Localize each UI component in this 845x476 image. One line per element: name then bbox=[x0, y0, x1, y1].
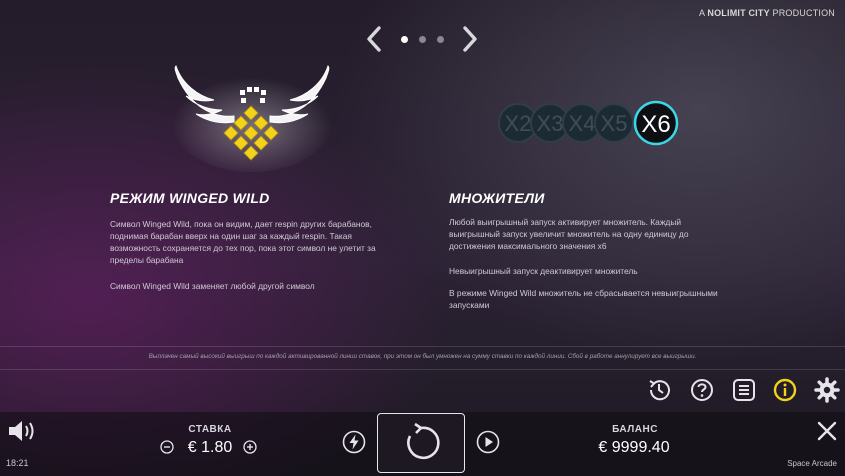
multipliers-description: Любой выигрышный запуск активирует множи… bbox=[449, 217, 689, 251]
multiplier-x4-label: X4 bbox=[569, 111, 596, 136]
production-prefix: A bbox=[698, 8, 705, 18]
info-icon[interactable] bbox=[771, 376, 799, 404]
game-name: Space Arcade bbox=[787, 459, 837, 468]
payout-disclaimer: Выплачен самый высокий выигрыш по каждой… bbox=[148, 353, 697, 360]
close-icon[interactable] bbox=[816, 420, 838, 442]
multipliers-reset-note: Невыигрышный запуск деактивирует множите… bbox=[449, 266, 638, 276]
help-icon[interactable] bbox=[688, 376, 716, 404]
balance-label: БАЛАНС bbox=[612, 424, 658, 435]
divider-top bbox=[0, 346, 845, 347]
decrease-bet-icon[interactable] bbox=[160, 440, 174, 454]
winged-wild-description: Символ Winged Wild, пока он видим, дает … bbox=[110, 219, 376, 265]
sound-icon[interactable] bbox=[6, 417, 38, 445]
multiplier-x6-label: X6 bbox=[641, 111, 670, 138]
paytable-icon[interactable] bbox=[730, 376, 758, 404]
previous-page-arrow-icon[interactable] bbox=[364, 24, 386, 54]
winged-wild-title: РЕЖИМ WINGED WILD bbox=[110, 190, 270, 206]
production-brand: NOLIMIT CITY bbox=[707, 8, 770, 18]
production-suffix: PRODUCTION bbox=[772, 8, 835, 18]
history-icon[interactable] bbox=[645, 376, 673, 404]
divider-bottom bbox=[0, 369, 845, 370]
balance-value: € 9999.40 bbox=[598, 439, 670, 456]
winged-wild-substitute-note: Символ Winged Wild заменяет любой другой… bbox=[110, 281, 315, 291]
page-dot-3[interactable] bbox=[437, 36, 444, 43]
increase-bet-icon[interactable] bbox=[243, 440, 257, 454]
multiplier-x5-label: X5 bbox=[601, 111, 628, 136]
settings-icon[interactable] bbox=[813, 376, 841, 404]
multipliers-winged-wild-note: В режиме Winged Wild множитель не сбрасы… bbox=[449, 288, 718, 310]
clock-time: 18:21 bbox=[6, 458, 29, 468]
bet-label: СТАВКА bbox=[188, 424, 232, 435]
page-dot-2[interactable] bbox=[419, 36, 426, 43]
bet-value: € 1.80 bbox=[187, 439, 233, 456]
autoplay-icon[interactable] bbox=[476, 430, 500, 454]
multipliers-title: МНОЖИТЕЛИ bbox=[449, 190, 545, 206]
multiplier-x2-label: X2 bbox=[505, 111, 532, 136]
multiplier-x3-label: X3 bbox=[537, 111, 564, 136]
page-dot-1[interactable] bbox=[401, 36, 408, 43]
spin-button[interactable] bbox=[377, 413, 465, 473]
spin-icon bbox=[406, 422, 440, 459]
production-credit: A NOLIMIT CITY PRODUCTION bbox=[699, 8, 835, 18]
winged-wild-symbol-icon bbox=[172, 65, 332, 172]
page-navigator bbox=[364, 24, 480, 54]
multiplier-icons: X2 X3 X4 X5 X6 bbox=[498, 100, 679, 146]
next-page-arrow-icon[interactable] bbox=[458, 24, 480, 54]
turbo-spin-icon[interactable] bbox=[342, 430, 366, 454]
